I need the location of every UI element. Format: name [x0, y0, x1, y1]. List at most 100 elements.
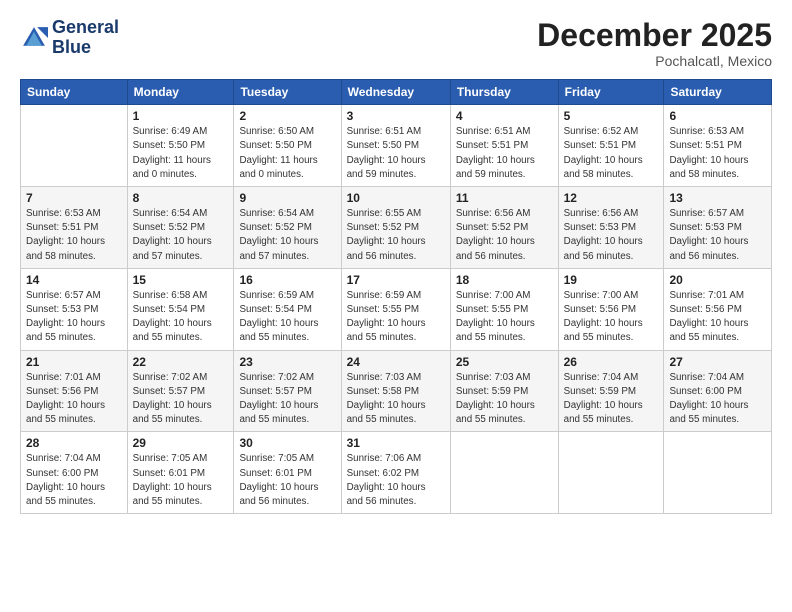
- day-number: 28: [26, 436, 122, 450]
- day-cell: [664, 432, 772, 514]
- col-header-sunday: Sunday: [21, 80, 128, 105]
- day-cell: 3Sunrise: 6:51 AMSunset: 5:50 PMDaylight…: [341, 105, 450, 187]
- day-cell: 2 Sunrise: 6:50 AMSunset: 5:50 PMDaylight…: [234, 105, 341, 187]
- header-row: SundayMondayTuesdayWednesdayThursdayFrid…: [21, 80, 772, 105]
- day-info: Sunrise: 6:54 AMSunset: 5:52 PMDaylight:…: [133, 207, 229, 264]
- day-cell: [558, 432, 664, 514]
- day-number: 15: [133, 273, 229, 287]
- week-row: 1 Sunrise: 6:49 AMSunset: 5:50 PMDaylight…: [21, 105, 772, 187]
- day-number: 14: [26, 273, 122, 287]
- day-number: 24: [347, 355, 445, 369]
- day-number: 20: [669, 273, 766, 287]
- day-info: Sunrise: 6:50 AMSunset: 5:50 PMDaylight:…: [239, 125, 335, 182]
- logo: General Blue: [20, 18, 119, 58]
- day-number: 10: [347, 191, 445, 205]
- col-header-thursday: Thursday: [450, 80, 558, 105]
- day-cell: 13 Sunrise: 6:57 AMSunset: 5:53 PMDayligh…: [664, 187, 772, 269]
- day-info: Sunrise: 7:04 AMSunset: 6:00 PMDaylight:…: [26, 452, 122, 509]
- day-number: 26: [564, 355, 659, 369]
- day-info: Sunrise: 6:59 AMSunset: 5:54 PMDaylight:…: [239, 289, 335, 346]
- day-cell: 22 Sunrise: 7:02 AMSunset: 5:57 PMDayligh…: [127, 350, 234, 432]
- day-cell: 10 Sunrise: 6:55 AMSunset: 5:52 PMDayligh…: [341, 187, 450, 269]
- day-info: Sunrise: 7:01 AMSunset: 5:56 PMDaylight:…: [669, 289, 766, 346]
- day-number: 16: [239, 273, 335, 287]
- day-cell: 25 Sunrise: 7:03 AMSunset: 5:59 PMDayligh…: [450, 350, 558, 432]
- day-cell: 28 Sunrise: 7:04 AMSunset: 6:00 PMDayligh…: [21, 432, 128, 514]
- day-number: 13: [669, 191, 766, 205]
- day-number: 18: [456, 273, 553, 287]
- day-number: 5: [564, 109, 659, 123]
- day-number: 1: [133, 109, 229, 123]
- day-cell: 20 Sunrise: 7:01 AMSunset: 5:56 PMDayligh…: [664, 268, 772, 350]
- day-info: Sunrise: 6:51 AMSunset: 5:50 PMDaylight:…: [347, 125, 445, 182]
- logo-icon: [20, 24, 48, 52]
- day-info: Sunrise: 7:03 AMSunset: 5:59 PMDaylight:…: [456, 371, 553, 428]
- day-number: 29: [133, 436, 229, 450]
- title-area: December 2025 Pochalcatl, Mexico: [537, 18, 772, 69]
- day-number: 22: [133, 355, 229, 369]
- day-cell: 18 Sunrise: 7:00 AMSunset: 5:55 PMDayligh…: [450, 268, 558, 350]
- day-info: Sunrise: 7:00 AMSunset: 5:56 PMDaylight:…: [564, 289, 659, 346]
- day-number: 25: [456, 355, 553, 369]
- day-info: Sunrise: 6:57 AMSunset: 5:53 PMDaylight:…: [26, 289, 122, 346]
- day-cell: 9 Sunrise: 6:54 AMSunset: 5:52 PMDaylight…: [234, 187, 341, 269]
- col-header-friday: Friday: [558, 80, 664, 105]
- day-cell: [450, 432, 558, 514]
- day-info: Sunrise: 6:55 AMSunset: 5:52 PMDaylight:…: [347, 207, 445, 264]
- day-cell: 6Sunrise: 6:53 AMSunset: 5:51 PMDaylight…: [664, 105, 772, 187]
- day-info: Sunrise: 6:53 AMSunset: 5:51 PMDaylight:…: [669, 125, 766, 182]
- day-cell: 14 Sunrise: 6:57 AMSunset: 5:53 PMDayligh…: [21, 268, 128, 350]
- day-cell: 16 Sunrise: 6:59 AMSunset: 5:54 PMDayligh…: [234, 268, 341, 350]
- day-cell: 24Sunrise: 7:03 AMSunset: 5:58 PMDayligh…: [341, 350, 450, 432]
- day-number: 9: [239, 191, 335, 205]
- week-row: 14 Sunrise: 6:57 AMSunset: 5:53 PMDayligh…: [21, 268, 772, 350]
- day-cell: 11Sunrise: 6:56 AMSunset: 5:52 PMDayligh…: [450, 187, 558, 269]
- header: General Blue December 2025 Pochalcatl, M…: [20, 18, 772, 69]
- day-info: Sunrise: 7:02 AMSunset: 5:57 PMDaylight:…: [239, 371, 335, 428]
- logo-line2: Blue: [52, 38, 119, 58]
- day-info: Sunrise: 6:57 AMSunset: 5:53 PMDaylight:…: [669, 207, 766, 264]
- day-info: Sunrise: 6:51 AMSunset: 5:51 PMDaylight:…: [456, 125, 553, 182]
- day-number: 8: [133, 191, 229, 205]
- day-number: 17: [347, 273, 445, 287]
- calendar-table: SundayMondayTuesdayWednesdayThursdayFrid…: [20, 79, 772, 514]
- col-header-tuesday: Tuesday: [234, 80, 341, 105]
- day-cell: 27 Sunrise: 7:04 AMSunset: 6:00 PMDayligh…: [664, 350, 772, 432]
- day-number: 2: [239, 109, 335, 123]
- day-number: 7: [26, 191, 122, 205]
- day-cell: 31 Sunrise: 7:06 AMSunset: 6:02 PMDayligh…: [341, 432, 450, 514]
- day-cell: 21Sunrise: 7:01 AMSunset: 5:56 PMDayligh…: [21, 350, 128, 432]
- day-cell: 29 Sunrise: 7:05 AMSunset: 6:01 PMDayligh…: [127, 432, 234, 514]
- day-info: Sunrise: 6:54 AMSunset: 5:52 PMDaylight:…: [239, 207, 335, 264]
- day-cell: 19Sunrise: 7:00 AMSunset: 5:56 PMDayligh…: [558, 268, 664, 350]
- day-info: Sunrise: 7:04 AMSunset: 6:00 PMDaylight:…: [669, 371, 766, 428]
- day-number: 4: [456, 109, 553, 123]
- day-cell: 4 Sunrise: 6:51 AMSunset: 5:51 PMDaylight…: [450, 105, 558, 187]
- col-header-monday: Monday: [127, 80, 234, 105]
- day-info: Sunrise: 7:04 AMSunset: 5:59 PMDaylight:…: [564, 371, 659, 428]
- logo-line1: General: [52, 18, 119, 38]
- day-info: Sunrise: 7:05 AMSunset: 6:01 PMDaylight:…: [133, 452, 229, 509]
- week-row: 7Sunrise: 6:53 AMSunset: 5:51 PMDaylight…: [21, 187, 772, 269]
- day-info: Sunrise: 7:05 AMSunset: 6:01 PMDaylight:…: [239, 452, 335, 509]
- day-info: Sunrise: 7:02 AMSunset: 5:57 PMDaylight:…: [133, 371, 229, 428]
- page: General Blue December 2025 Pochalcatl, M…: [0, 0, 792, 612]
- day-info: Sunrise: 6:49 AMSunset: 5:50 PMDaylight:…: [133, 125, 229, 182]
- day-cell: 30Sunrise: 7:05 AMSunset: 6:01 PMDayligh…: [234, 432, 341, 514]
- day-cell: [21, 105, 128, 187]
- day-number: 23: [239, 355, 335, 369]
- week-row: 21Sunrise: 7:01 AMSunset: 5:56 PMDayligh…: [21, 350, 772, 432]
- day-cell: 15Sunrise: 6:58 AMSunset: 5:54 PMDayligh…: [127, 268, 234, 350]
- day-cell: 12Sunrise: 6:56 AMSunset: 5:53 PMDayligh…: [558, 187, 664, 269]
- day-number: 12: [564, 191, 659, 205]
- day-number: 31: [347, 436, 445, 450]
- day-cell: 8 Sunrise: 6:54 AMSunset: 5:52 PMDaylight…: [127, 187, 234, 269]
- day-cell: 23 Sunrise: 7:02 AMSunset: 5:57 PMDayligh…: [234, 350, 341, 432]
- day-number: 27: [669, 355, 766, 369]
- location: Pochalcatl, Mexico: [537, 53, 772, 69]
- day-info: Sunrise: 7:00 AMSunset: 5:55 PMDaylight:…: [456, 289, 553, 346]
- day-cell: 1 Sunrise: 6:49 AMSunset: 5:50 PMDaylight…: [127, 105, 234, 187]
- month-title: December 2025: [537, 18, 772, 53]
- day-cell: 26 Sunrise: 7:04 AMSunset: 5:59 PMDayligh…: [558, 350, 664, 432]
- day-info: Sunrise: 7:06 AMSunset: 6:02 PMDaylight:…: [347, 452, 445, 509]
